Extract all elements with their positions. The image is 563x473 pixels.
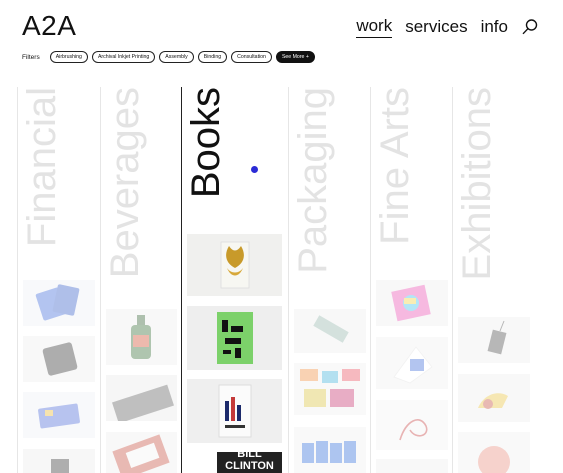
filter-chip-binding[interactable]: Binding	[197, 51, 228, 63]
category-column-beverages[interactable]: Beverages	[100, 87, 181, 473]
packaging-card-3[interactable]	[294, 427, 366, 473]
fine-arts-card-2[interactable]	[376, 337, 448, 389]
search-icon[interactable]	[521, 18, 539, 36]
packaging-card-2[interactable]	[294, 363, 366, 415]
exhibitions-card-2[interactable]	[458, 374, 530, 422]
nav-services[interactable]: services	[405, 16, 467, 38]
filter-bar: Filters Airbrushing Archival Inkjet Prin…	[22, 51, 315, 63]
category-column-books[interactable]: Books BILL CLINTON	[181, 87, 288, 473]
book-cover-title: BILL CLINTON	[225, 452, 274, 472]
nav-work[interactable]: work	[356, 15, 393, 38]
filter-chip-assembly[interactable]: Assembly	[159, 51, 194, 63]
financial-card-4[interactable]	[23, 449, 95, 473]
category-title-books[interactable]: Books	[184, 87, 228, 198]
category-column-exhibitions[interactable]: Exhibitions	[452, 87, 533, 473]
category-title-financial[interactable]: Financial	[20, 87, 64, 247]
packaging-card-1[interactable]	[294, 309, 366, 353]
filter-chip-consultation[interactable]: Consultation	[231, 51, 272, 63]
books-card-2[interactable]	[187, 306, 282, 370]
category-title-beverages[interactable]: Beverages	[103, 87, 147, 278]
filter-chip-airbrushing[interactable]: Airbrushing	[49, 51, 88, 63]
cursor-dot	[251, 166, 258, 173]
books-card-1[interactable]	[187, 234, 282, 296]
exhibitions-card-1[interactable]	[458, 317, 530, 363]
books-card-3[interactable]	[187, 379, 282, 443]
category-column-packaging[interactable]: Packaging	[288, 87, 369, 473]
beverages-card-1[interactable]	[106, 309, 177, 365]
category-column-financial[interactable]: Financial	[17, 87, 99, 473]
see-more-button[interactable]: See More +	[275, 51, 315, 63]
financial-card-2[interactable]	[23, 336, 95, 382]
category-title-exhibitions[interactable]: Exhibitions	[455, 87, 499, 280]
filter-chip-archival-inkjet-printing[interactable]: Archival Inkjet Printing	[91, 51, 156, 63]
category-title-fine-arts[interactable]: Fine Arts	[373, 87, 417, 245]
logo[interactable]: A2A	[22, 10, 76, 42]
financial-card-3[interactable]	[23, 392, 95, 438]
fine-arts-card-3[interactable]	[376, 400, 448, 450]
category-column-fine-arts[interactable]: Fine Arts	[370, 87, 451, 473]
exhibitions-card-3[interactable]	[458, 432, 530, 473]
main-nav: work services info	[356, 15, 539, 38]
category-title-packaging[interactable]: Packaging	[291, 87, 335, 274]
financial-card-1[interactable]	[23, 280, 95, 326]
fine-arts-card-1[interactable]	[376, 280, 448, 326]
fine-arts-card-4[interactable]	[376, 459, 448, 473]
filters-label: Filters	[22, 53, 40, 61]
beverages-card-2[interactable]	[106, 375, 177, 421]
nav-info[interactable]: info	[481, 16, 508, 38]
books-card-4[interactable]: BILL CLINTON	[217, 452, 282, 473]
beverages-card-3[interactable]	[106, 432, 177, 473]
